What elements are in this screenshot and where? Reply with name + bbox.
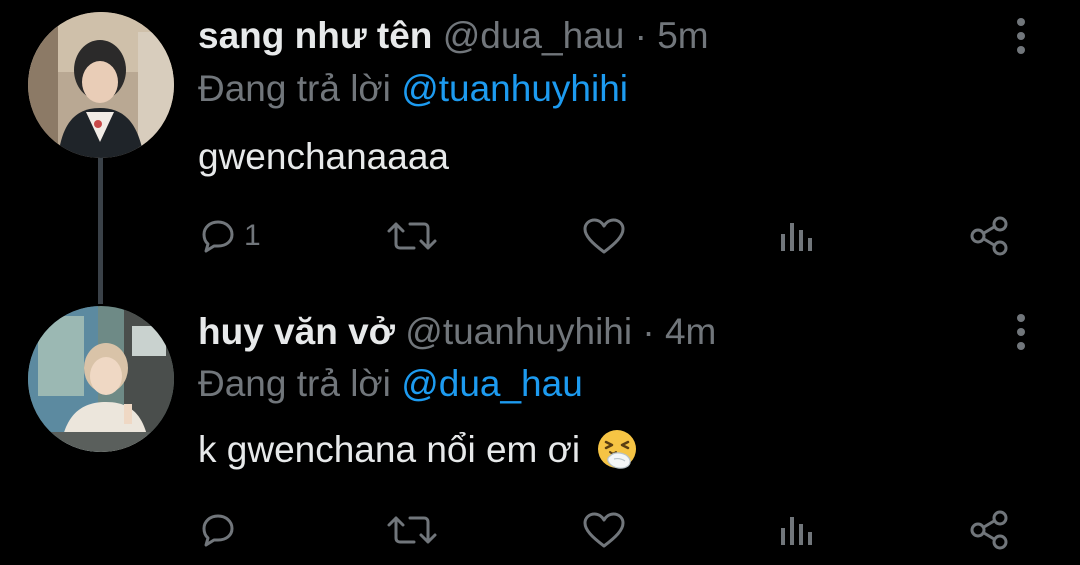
mention-link[interactable]: @tuanhuyhihi <box>401 68 628 109</box>
views-icon <box>781 223 812 251</box>
like-icon <box>583 512 625 548</box>
like-button[interactable] <box>582 212 626 260</box>
avatar-photo-icon <box>28 12 174 158</box>
share-icon <box>970 510 1008 550</box>
action-bar <box>0 506 1080 554</box>
mention-link[interactable]: @dua_hau <box>401 363 583 404</box>
share-button[interactable] <box>968 212 1010 260</box>
timestamp[interactable]: 5m <box>657 15 708 56</box>
display-name[interactable]: huy văn vở <box>198 311 395 352</box>
views-icon <box>781 517 812 545</box>
thread-view: sang như tên @dua_hau · 5m Đang trả lời … <box>0 0 1080 565</box>
reply-icon <box>202 514 234 547</box>
replying-to: Đang trả lời @dua_hau <box>198 362 583 406</box>
share-button[interactable] <box>968 506 1010 554</box>
more-vertical-icon[interactable] <box>1010 312 1032 352</box>
tweet-text-content: k gwenchana nổi em ơi <box>198 429 581 470</box>
reply-button[interactable]: 1 <box>200 212 261 260</box>
tweet-text: gwenchanaaaa <box>198 135 449 179</box>
like-button[interactable] <box>582 506 626 554</box>
reply-icon <box>202 220 234 253</box>
tweet-reply[interactable]: huy văn vở @tuanhuyhihi · 4m Đang trả lờ… <box>0 300 1080 565</box>
replying-prefix: Đang trả lời <box>198 363 391 404</box>
tweet-header: huy văn vở @tuanhuyhihi · 4m <box>198 310 716 354</box>
tweet-text: k gwenchana nổi em ơi <box>198 428 638 472</box>
display-name[interactable]: sang như tên <box>198 15 432 56</box>
retweet-icon <box>387 222 437 250</box>
reply-button[interactable] <box>200 506 244 554</box>
timestamp[interactable]: 4m <box>665 311 716 352</box>
tweet-text-content: gwenchanaaaa <box>198 136 449 177</box>
retweet-button[interactable] <box>386 506 438 554</box>
reply-count: 1 <box>244 219 261 252</box>
user-handle[interactable]: @dua_hau <box>443 15 625 56</box>
retweet-button[interactable] <box>386 212 438 260</box>
replying-prefix: Đang trả lời <box>198 68 391 109</box>
user-handle[interactable]: @tuanhuyhihi <box>405 311 632 352</box>
more-vertical-icon[interactable] <box>1010 16 1032 56</box>
share-icon <box>970 216 1008 256</box>
replying-to: Đang trả lời @tuanhuyhihi <box>198 67 628 111</box>
action-bar: 1 <box>0 212 1080 260</box>
avatar[interactable] <box>28 306 174 452</box>
retweet-icon <box>387 516 437 544</box>
views-button[interactable] <box>778 212 814 260</box>
separator-dot: · <box>642 311 655 352</box>
sneezing-face-icon <box>598 430 637 469</box>
separator-dot: · <box>634 15 647 56</box>
like-icon <box>583 218 625 254</box>
avatar-photo-icon <box>28 306 174 452</box>
avatar[interactable] <box>28 12 174 158</box>
tweet-reply[interactable]: sang như tên @dua_hau · 5m Đang trả lời … <box>0 0 1080 290</box>
tweet-header: sang như tên @dua_hau · 5m <box>198 14 709 58</box>
views-button[interactable] <box>778 506 814 554</box>
